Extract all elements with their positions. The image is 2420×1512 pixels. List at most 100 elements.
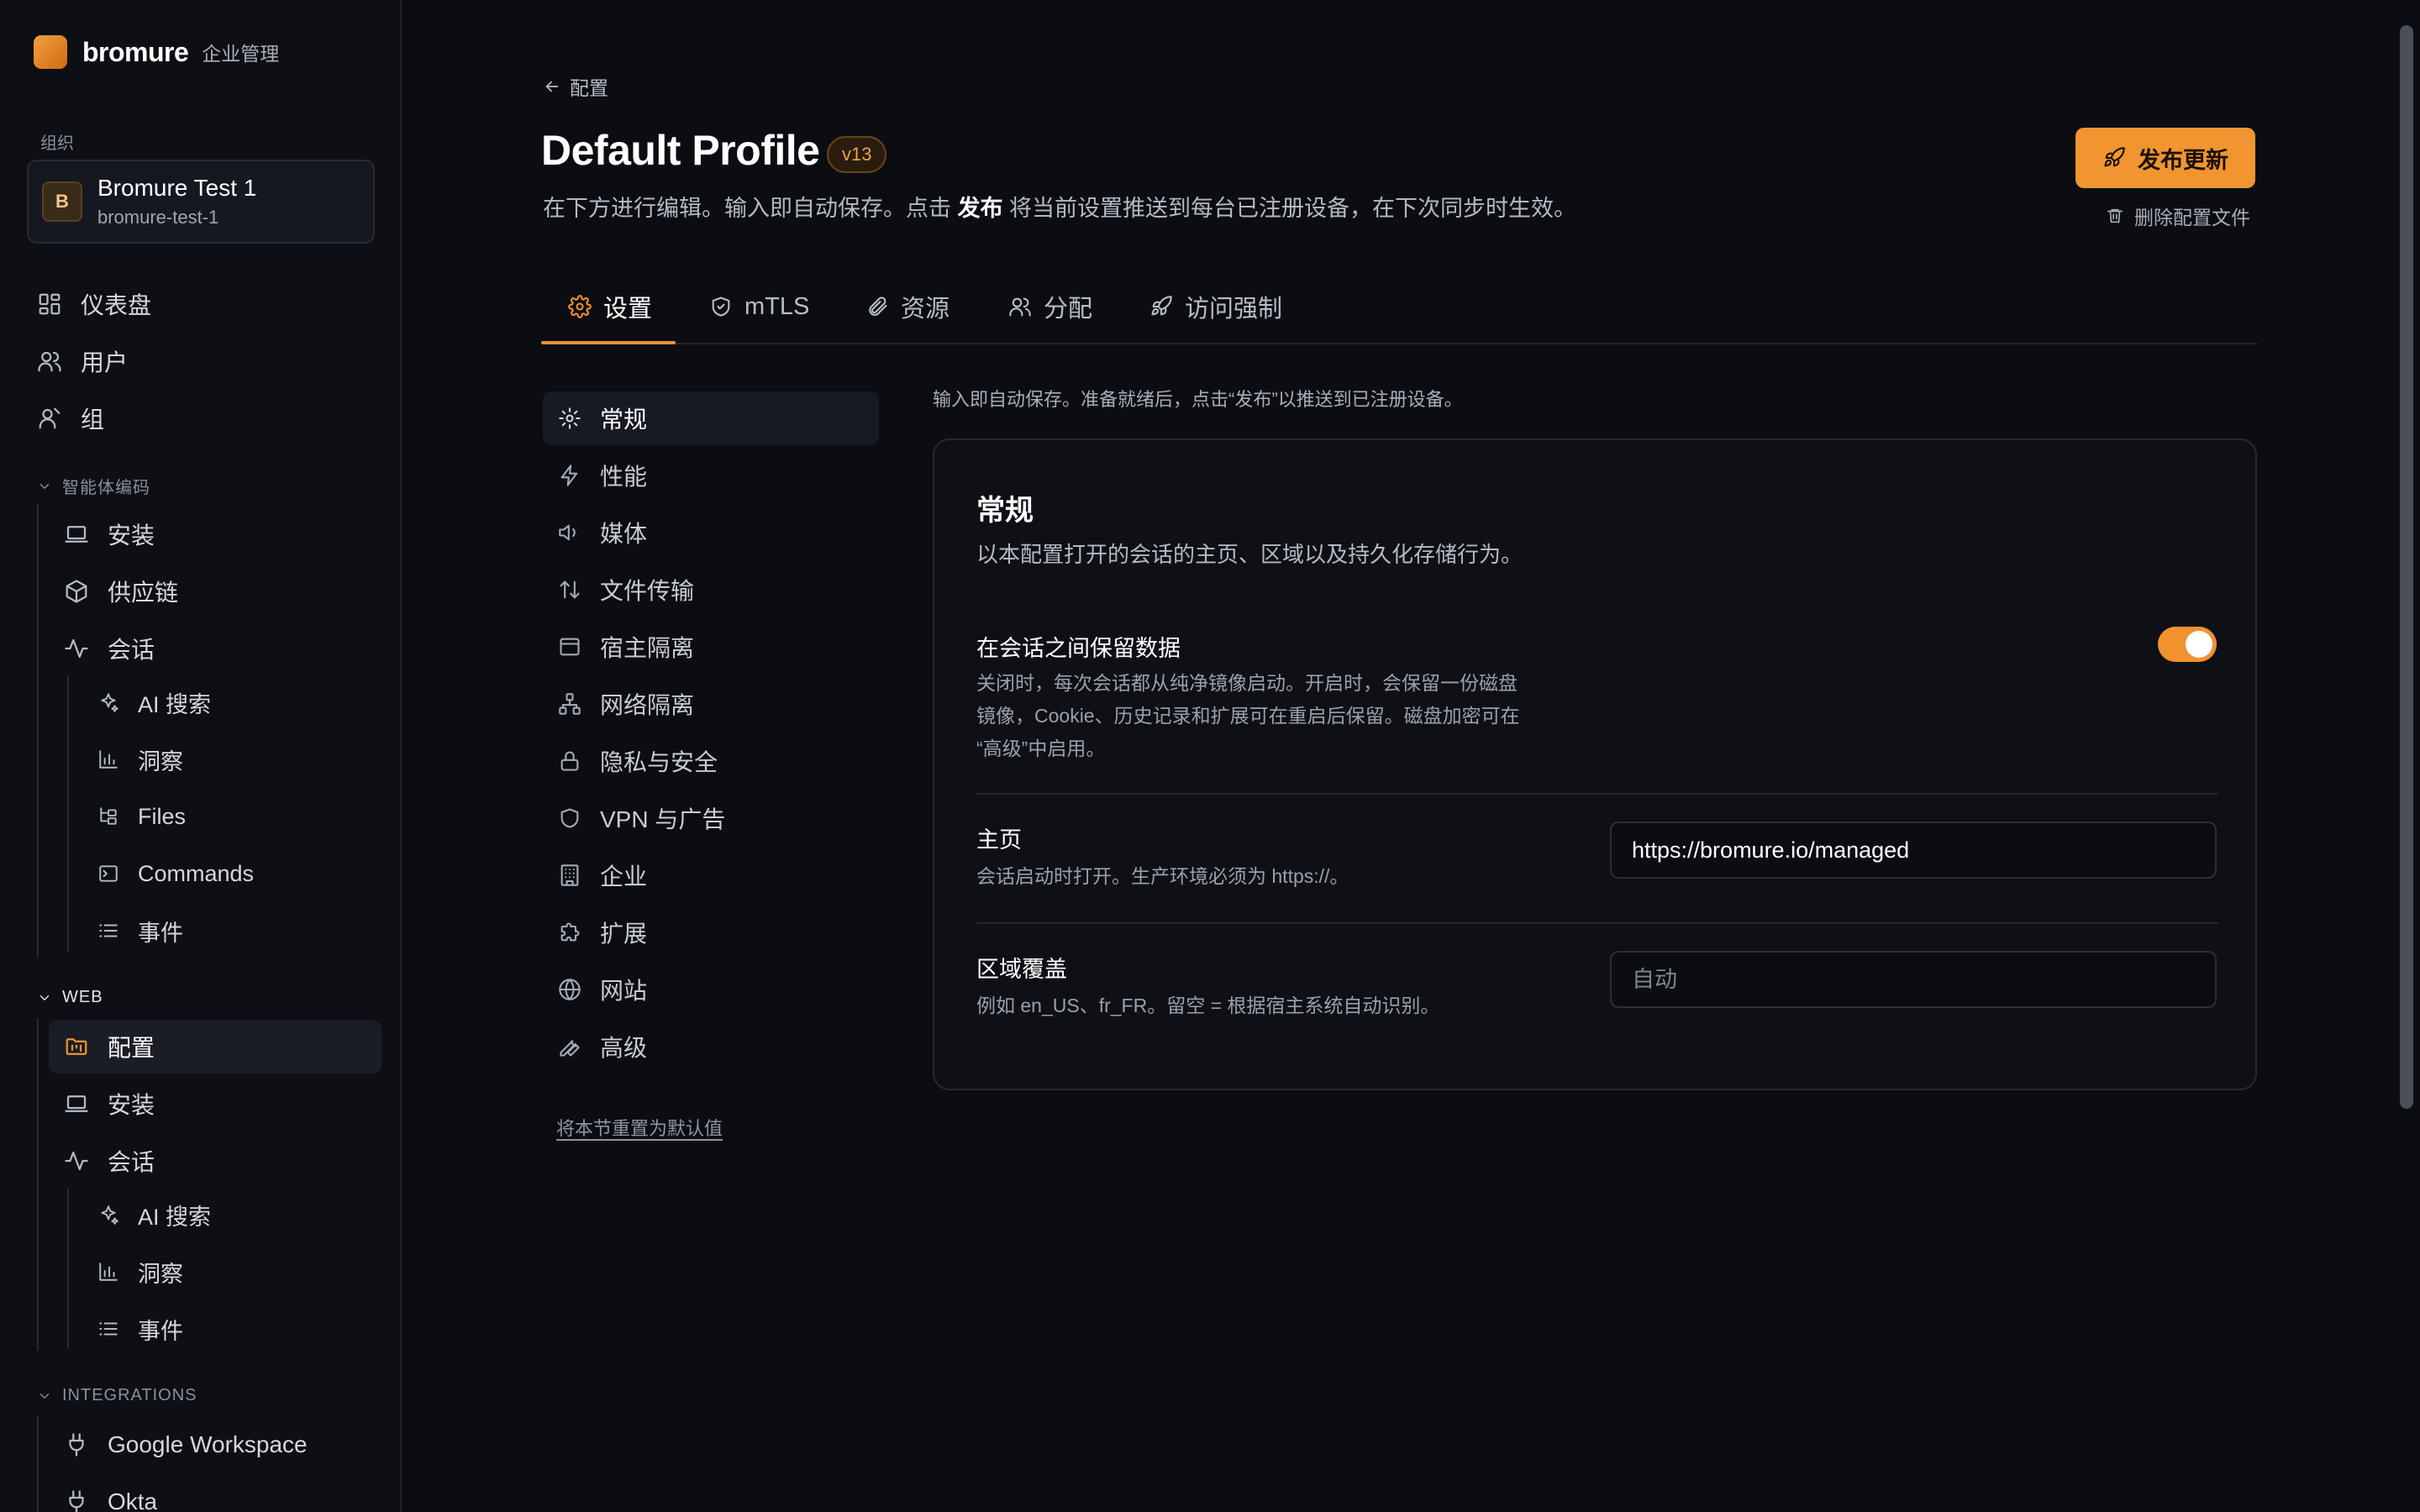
page-title: Default Profile xyxy=(541,127,820,174)
sidebar-item-profiles[interactable]: 配置 xyxy=(49,1020,381,1074)
locale-override-input[interactable] xyxy=(1610,951,2217,1008)
subnav-privacy-security[interactable]: 隐私与安全 xyxy=(543,734,879,788)
users-icon xyxy=(1009,297,1031,317)
dashboard-icon xyxy=(39,293,60,315)
subtitle-text: 将当前设置推送到每台已注册设备，在下次同步时生效。 xyxy=(1002,196,1577,221)
homepage-input[interactable] xyxy=(1610,822,2217,879)
sidebar-item-commands[interactable]: Commands xyxy=(84,847,375,900)
subnav-media[interactable]: 媒体 xyxy=(543,506,879,559)
section-integrations[interactable]: INTEGRATIONS xyxy=(37,1386,197,1405)
general-settings-panel: 常规 以本配置打开的会话的主页、区域以及持久化存储行为。 在会话之间保留数据 关… xyxy=(933,438,2257,1090)
brand[interactable]: bromure 企业管理 xyxy=(34,35,279,69)
sidebar-item-web-sessions[interactable]: 会话 xyxy=(54,1134,375,1188)
sidebar-item-web-install[interactable]: 安装 xyxy=(54,1077,375,1131)
reset-section-link[interactable]: 将本节重置为默认值 xyxy=(556,1114,723,1141)
tab-label: 访问强制 xyxy=(1185,296,1283,323)
puzzle-icon xyxy=(560,922,580,942)
subnav-label: 隐私与安全 xyxy=(600,749,718,775)
sidebar-item-label: 组 xyxy=(81,407,105,433)
persist-data-toggle[interactable] xyxy=(2158,627,2217,662)
persist-data-label: 在会话之间保留数据 xyxy=(976,636,1181,661)
sidebar-item-label: 供应链 xyxy=(108,580,179,606)
subnav-label: 常规 xyxy=(600,407,648,433)
zap-icon xyxy=(560,465,578,486)
subnav-label: 网络隔离 xyxy=(600,692,695,718)
sidebar-item-agent-events[interactable]: 事件 xyxy=(84,904,375,958)
volume-icon xyxy=(559,524,576,541)
activity-icon xyxy=(65,1151,88,1171)
subnav-label: 宿主隔离 xyxy=(600,635,695,661)
delete-profile-button[interactable]: 删除配置文件 xyxy=(2106,202,2250,230)
subnav-vpn-ads[interactable]: VPN 与广告 xyxy=(543,791,879,845)
sidebar-item-label: Okta xyxy=(108,1488,158,1512)
sidebar-item-supply-chain[interactable]: 供应链 xyxy=(54,564,375,618)
tab-label: mTLS xyxy=(744,292,810,320)
subnav-general[interactable]: 常规 xyxy=(543,391,879,445)
tab-access-enforcement[interactable]: 访问强制 xyxy=(1150,269,1282,344)
sidebar-item-label: Google Workspace xyxy=(108,1431,308,1457)
sidebar-item-web-insights[interactable]: 洞察 xyxy=(84,1245,375,1299)
list-icon xyxy=(99,924,118,937)
scrollbar-thumb[interactable] xyxy=(2400,25,2413,1109)
description-line: 镜像，Cookie、历史记录和扩展可在重启后保留。磁盘加密可在 xyxy=(976,705,1520,727)
subnav-performance[interactable]: 性能 xyxy=(543,449,879,502)
sidebar-item-dashboard[interactable]: 仪表盘 xyxy=(27,277,375,331)
sidebar-item-label: 用户 xyxy=(81,349,129,375)
subnav-network-isolation[interactable]: 网络隔离 xyxy=(543,677,879,731)
arrow-left-icon xyxy=(545,81,559,92)
tab-mtls[interactable]: mTLS xyxy=(709,269,809,344)
publish-update-button[interactable]: 发布更新 xyxy=(2075,128,2255,188)
sidebar-item-label: Files xyxy=(138,803,187,829)
tab-settings[interactable]: 设置 xyxy=(568,269,652,344)
sidebar-item-agent-insights[interactable]: 洞察 xyxy=(84,732,375,786)
sidebar-item-agent-install[interactable]: 安装 xyxy=(54,507,375,561)
sidebar: bromure 企业管理 组织 B Bromure Test 1 bromure… xyxy=(0,0,402,1512)
tree-line xyxy=(37,1018,39,1351)
subnav-advanced[interactable]: 高级 xyxy=(543,1020,879,1074)
shield-check-icon xyxy=(712,297,730,317)
section-agent-coding[interactable]: 智能体编码 xyxy=(37,474,150,498)
page-subtitle: 在下方进行编辑。输入即自动保存。点击 发布 将当前设置推送到每台已注册设备，在下… xyxy=(543,190,1576,223)
tree-line xyxy=(37,504,39,958)
sidebar-item-groups[interactable]: 组 xyxy=(27,391,375,445)
brand-name: bromure xyxy=(82,36,189,67)
subnav-extensions[interactable]: 扩展 xyxy=(543,906,879,959)
sidebar-item-google-workspace[interactable]: Google Workspace xyxy=(54,1418,375,1472)
chevron-down-icon xyxy=(39,483,50,489)
org-switcher[interactable]: B Bromure Test 1 bromure-test-1 xyxy=(27,160,375,244)
section-web[interactable]: WEB xyxy=(37,988,103,1007)
subnav-label: 高级 xyxy=(600,1035,648,1061)
back-link-label: 配置 xyxy=(570,77,608,99)
tree-line xyxy=(37,1416,39,1512)
gear-icon xyxy=(559,407,581,429)
sidebar-item-agent-sessions[interactable]: 会话 xyxy=(54,622,375,675)
sidebar-item-agent-ai-search[interactable]: AI 搜索 xyxy=(84,675,375,729)
sidebar-item-label: 会话 xyxy=(108,637,155,663)
sidebar-item-okta[interactable]: Okta xyxy=(54,1475,375,1512)
shield-icon xyxy=(560,808,579,828)
section-title: INTEGRATIONS xyxy=(62,1386,197,1404)
publish-update-label: 发布更新 xyxy=(2138,147,2228,173)
arrow-up-down-icon xyxy=(560,580,580,599)
tab-resources[interactable]: 资源 xyxy=(865,269,950,344)
subnav-host-isolation[interactable]: 宿主隔离 xyxy=(543,620,879,674)
tab-label: 资源 xyxy=(901,296,950,323)
subnav-file-transfer[interactable]: 文件传输 xyxy=(543,563,879,617)
sidebar-item-files[interactable]: Files xyxy=(84,790,375,843)
subnav-websites[interactable]: 网站 xyxy=(543,963,879,1016)
sidebar-item-web-events[interactable]: 事件 xyxy=(84,1302,375,1356)
subnav-label: 企业 xyxy=(600,864,648,890)
subnav-enterprise[interactable]: 企业 xyxy=(543,848,879,902)
sparkles-icon xyxy=(101,693,118,712)
sparkles-icon xyxy=(101,1205,118,1225)
sidebar-item-label: 配置 xyxy=(108,1035,155,1061)
lock-icon xyxy=(560,751,579,771)
sidebar-item-web-ai-search[interactable]: AI 搜索 xyxy=(84,1188,375,1242)
tab-assignments[interactable]: 分配 xyxy=(1008,269,1092,344)
sidebar-item-users[interactable]: 用户 xyxy=(27,334,375,388)
divider xyxy=(976,922,2218,924)
sidebar-item-label: Commands xyxy=(138,860,255,886)
network-icon xyxy=(559,693,581,715)
wrench-icon xyxy=(560,1040,580,1057)
back-link[interactable]: 配置 xyxy=(543,72,608,101)
